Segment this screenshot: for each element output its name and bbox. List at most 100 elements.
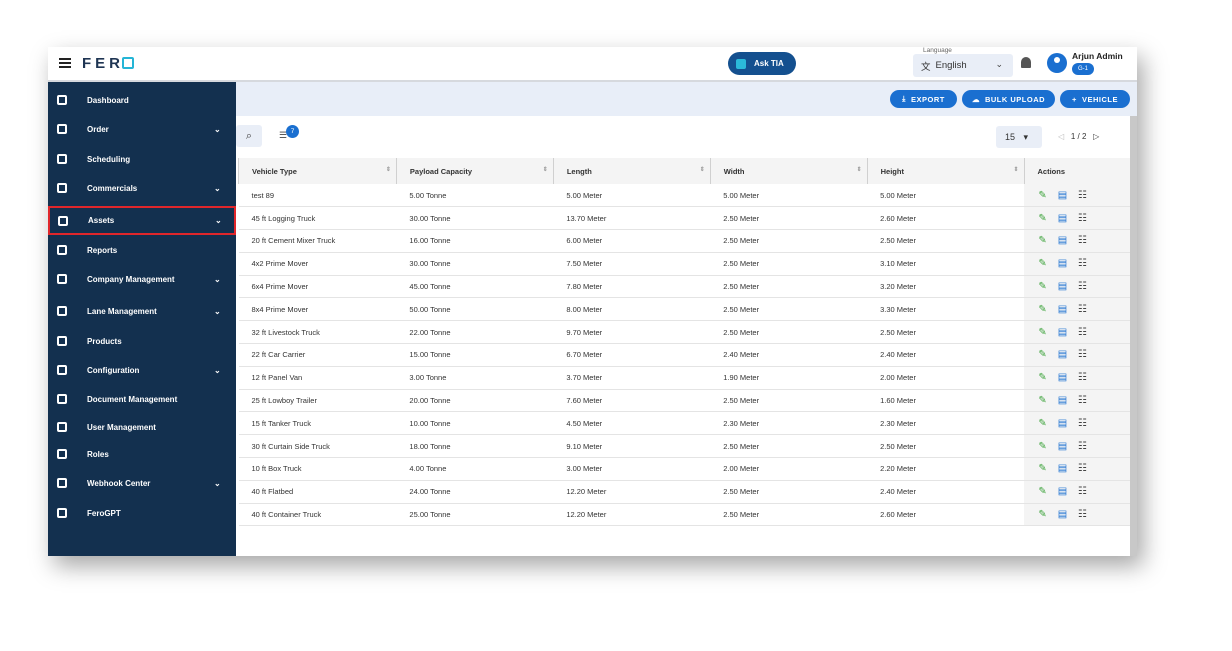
edit-icon[interactable]: ✎ <box>1037 213 1048 224</box>
list-icon[interactable]: ☷ <box>1077 349 1088 360</box>
document-icon[interactable]: ▤ <box>1057 281 1068 292</box>
chevron-down-icon[interactable]: ⌄ <box>214 184 221 193</box>
sidebar-item-products[interactable]: Products <box>48 330 236 352</box>
list-icon[interactable]: ☷ <box>1077 509 1088 520</box>
column-header[interactable]: Vehicle Type ⇕ <box>238 158 397 184</box>
list-icon[interactable]: ☷ <box>1077 213 1088 224</box>
table-row[interactable]: 6x4 Prime Mover 45.00 Tonne 7.80 Meter 2.50… <box>238 275 1130 299</box>
edit-icon[interactable]: ✎ <box>1037 441 1048 452</box>
list-icon[interactable]: ☷ <box>1077 327 1088 338</box>
table-row[interactable]: 40 ft Flatbed 24.00 Tonne 12.20 Meter 2.50 … <box>238 480 1130 504</box>
column-header[interactable]: Payload Capacity ⇕ <box>395 158 554 184</box>
chevron-down-icon[interactable]: ⌄ <box>214 307 221 316</box>
edit-icon[interactable]: ✎ <box>1037 281 1048 292</box>
document-icon[interactable]: ▤ <box>1057 190 1068 201</box>
edit-icon[interactable]: ✎ <box>1037 395 1048 406</box>
sidebar-item-ferogpt[interactable]: FeroGPT <box>48 502 236 524</box>
sidebar-item-order[interactable]: Order ⌄ <box>48 118 236 140</box>
logo[interactable]: FER <box>82 55 134 72</box>
chevron-down-icon[interactable]: ⌄ <box>214 366 221 375</box>
table-row[interactable]: 30 ft Curtain Side Truck 18.00 Tonne 9.10 … <box>238 434 1130 459</box>
chevron-down-icon[interactable]: ⌄ <box>214 479 221 488</box>
document-icon[interactable]: ▤ <box>1057 372 1068 383</box>
column-header[interactable]: Length ⇕ <box>552 158 711 184</box>
document-icon[interactable]: ▤ <box>1057 327 1068 338</box>
column-header[interactable]: Height ⇕ <box>866 158 1025 184</box>
sort-icon[interactable]: ⇕ <box>857 166 862 173</box>
list-icon[interactable]: ☷ <box>1077 441 1088 452</box>
edit-icon[interactable]: ✎ <box>1037 418 1048 429</box>
chevron-down-icon[interactable]: ⌄ <box>214 125 221 134</box>
list-icon[interactable]: ☷ <box>1077 395 1088 406</box>
table-row[interactable]: 32 ft Livestock Truck 22.00 Tonne 9.70 Met… <box>238 320 1130 345</box>
document-icon[interactable]: ▤ <box>1057 304 1068 315</box>
chevron-down-icon[interactable]: ⌄ <box>214 275 221 284</box>
sidebar-item-configuration[interactable]: Configuration ⌄ <box>48 359 236 381</box>
table-row[interactable]: 25 ft Lowboy Trailer 20.00 Tonne 7.60 Mete… <box>238 389 1130 413</box>
sidebar-item-lane-management[interactable]: Lane Management ⌄ <box>48 300 236 322</box>
document-icon[interactable]: ▤ <box>1057 441 1068 452</box>
list-icon[interactable]: ☷ <box>1077 463 1088 474</box>
table-row[interactable]: 20 ft Cement Mixer Truck 16.00 Tonne 6.00 … <box>238 229 1130 253</box>
table-row[interactable]: 15 ft Tanker Truck 10.00 Tonne 4.50 Meter 2… <box>238 411 1130 436</box>
sidebar-item-scheduling[interactable]: Scheduling <box>48 148 236 170</box>
sidebar-item-reports[interactable]: Reports <box>48 239 236 261</box>
sort-icon[interactable]: ⇕ <box>386 166 391 173</box>
document-icon[interactable]: ▤ <box>1057 509 1068 520</box>
chevron-down-icon[interactable]: ⌄ <box>215 216 222 225</box>
sidebar-item-webhook-center[interactable]: Webhook Center ⌄ <box>48 472 236 494</box>
menu-icon[interactable] <box>59 58 71 68</box>
edit-icon[interactable]: ✎ <box>1037 190 1048 201</box>
edit-icon[interactable]: ✎ <box>1037 258 1048 269</box>
export-button[interactable]: ⤓ EXPORT <box>890 90 957 108</box>
list-icon[interactable]: ☷ <box>1077 486 1088 497</box>
sort-icon[interactable]: ⇕ <box>700 166 705 173</box>
edit-icon[interactable]: ✎ <box>1037 509 1048 520</box>
sidebar-item-roles[interactable]: Roles <box>48 443 236 465</box>
document-icon[interactable]: ▤ <box>1057 258 1068 269</box>
list-icon[interactable]: ☷ <box>1077 372 1088 383</box>
edit-icon[interactable]: ✎ <box>1037 349 1048 360</box>
search-button[interactable]: ⌕ <box>236 125 262 147</box>
prev-page-icon[interactable]: ◁ <box>1058 132 1064 141</box>
list-icon[interactable]: ☷ <box>1077 190 1088 201</box>
sort-icon[interactable]: ⇕ <box>543 166 548 173</box>
table-row[interactable]: 4x2 Prime Mover 30.00 Tonne 7.50 Meter 2.50… <box>238 252 1130 276</box>
ask-tia-button[interactable]: Ask TIA <box>728 52 796 75</box>
language-select[interactable]: 文 English ⌄ <box>913 54 1013 77</box>
list-icon[interactable]: ☷ <box>1077 258 1088 269</box>
scrollbar[interactable] <box>1130 116 1137 556</box>
table-row[interactable]: 40 ft Container Truck 25.00 Tonne 12.20 Me… <box>238 503 1130 527</box>
sidebar-item-assets[interactable]: Assets ⌄ <box>48 206 236 235</box>
table-row[interactable]: 22 ft Car Carrier 15.00 Tonne 6.70 Meter 2.… <box>238 343 1130 367</box>
document-icon[interactable]: ▤ <box>1057 418 1068 429</box>
bulk-upload-button[interactable]: ☁ BULK UPLOAD <box>962 90 1055 108</box>
sidebar-item-dashboard[interactable]: Dashboard <box>48 89 236 111</box>
edit-icon[interactable]: ✎ <box>1037 372 1048 383</box>
column-header[interactable]: Width ⇕ <box>709 158 868 184</box>
table-row[interactable]: 10 ft Box Truck 4.00 Tonne 3.00 Meter 2.00 … <box>238 457 1130 481</box>
document-icon[interactable]: ▤ <box>1057 349 1068 360</box>
list-icon[interactable]: ☷ <box>1077 304 1088 315</box>
edit-icon[interactable]: ✎ <box>1037 327 1048 338</box>
document-icon[interactable]: ▤ <box>1057 486 1068 497</box>
document-icon[interactable]: ▤ <box>1057 213 1068 224</box>
edit-icon[interactable]: ✎ <box>1037 463 1048 474</box>
column-header[interactable]: Actions <box>1023 158 1130 184</box>
table-row[interactable]: test 89 5.00 Tonne 5.00 Meter 5.00 Meter 5.0… <box>238 184 1130 208</box>
document-icon[interactable]: ▤ <box>1057 235 1068 246</box>
table-row[interactable]: 8x4 Prime Mover 50.00 Tonne 8.00 Meter 2.50… <box>238 297 1130 322</box>
bell-icon[interactable] <box>1021 57 1031 68</box>
sidebar-item-document-management[interactable]: Document Management <box>48 388 236 410</box>
avatar[interactable] <box>1047 53 1067 73</box>
next-page-icon[interactable]: ▷ <box>1093 132 1099 141</box>
sidebar-item-user-management[interactable]: User Management <box>48 416 236 438</box>
edit-icon[interactable]: ✎ <box>1037 304 1048 315</box>
sort-icon[interactable]: ⇕ <box>1013 166 1018 173</box>
edit-icon[interactable]: ✎ <box>1037 486 1048 497</box>
list-icon[interactable]: ☷ <box>1077 418 1088 429</box>
document-icon[interactable]: ▤ <box>1057 463 1068 474</box>
sidebar-item-company-management[interactable]: Company Management ⌄ <box>48 268 236 290</box>
edit-icon[interactable]: ✎ <box>1037 235 1048 246</box>
list-icon[interactable]: ☷ <box>1077 235 1088 246</box>
